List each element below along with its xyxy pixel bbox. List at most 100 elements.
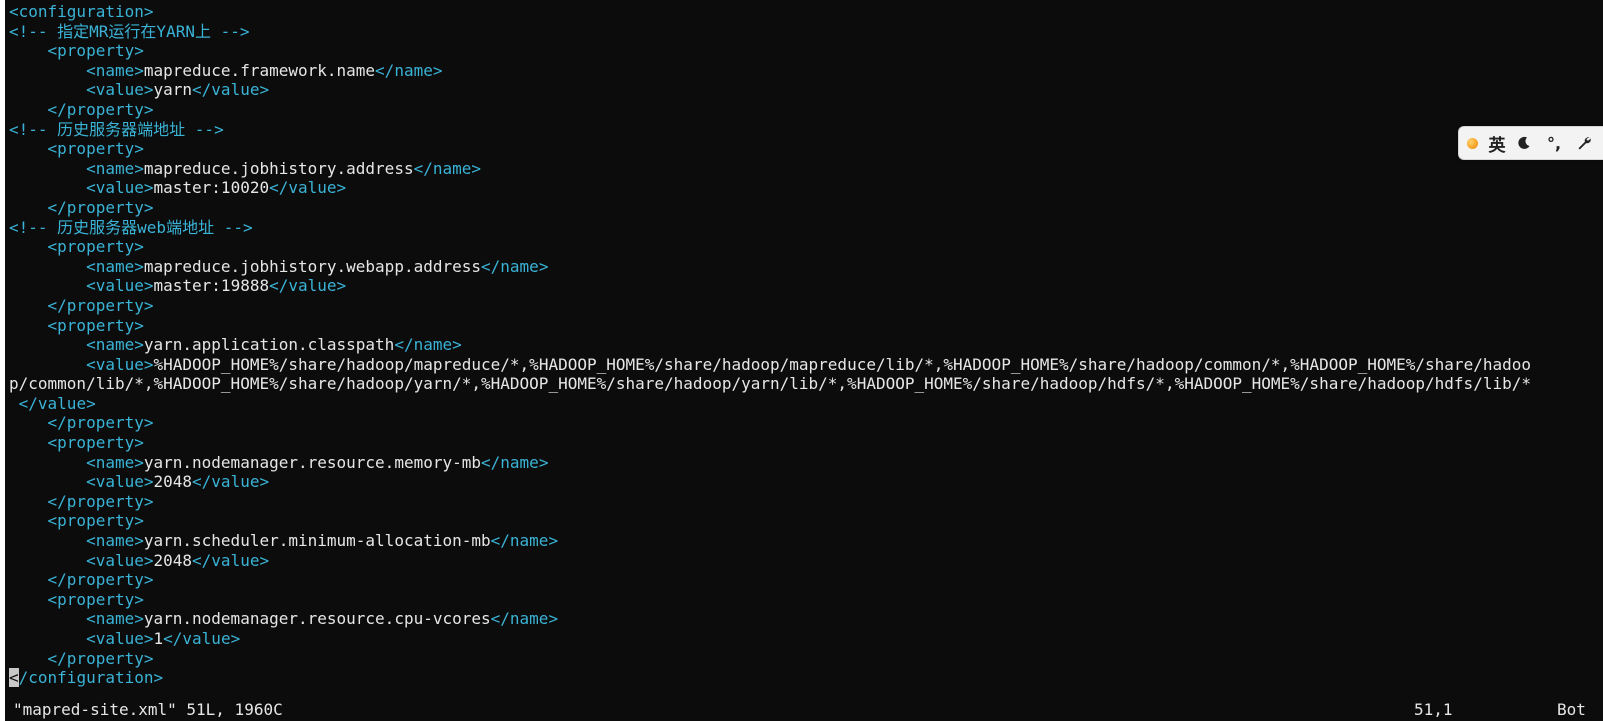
xml-tag: <value>	[86, 354, 154, 374]
xml-comment: <!-- 历史服务器web端地址 -->	[9, 217, 253, 237]
code-text: yarn.nodemanager.resource.memory-mb	[143, 452, 482, 472]
code-line[interactable]: </property>	[9, 100, 1603, 120]
xml-tag: <property>	[47, 315, 144, 335]
code-line[interactable]: </configuration>	[9, 668, 1603, 688]
code-line[interactable]: </property>	[9, 570, 1603, 590]
code-line[interactable]: <value>1</value>	[9, 629, 1603, 649]
code-text: p/common/lib/*,%HADOOP_HOME%/share/hadoo…	[9, 374, 1531, 394]
code-line[interactable]: <name>yarn.nodemanager.resource.cpu-vcor…	[9, 609, 1603, 629]
code-text: 1	[153, 629, 164, 648]
xml-tag: <name>	[86, 60, 144, 80]
code-text: yarn	[153, 80, 193, 100]
code-line[interactable]: <property>	[9, 590, 1603, 610]
xml-tag: </name>	[375, 60, 443, 80]
xml-tag: <property>	[47, 237, 144, 257]
orange-dot-icon[interactable]	[1459, 127, 1485, 159]
code-line[interactable]: <property>	[9, 139, 1603, 159]
code-line[interactable]: <name>yarn.nodemanager.resource.memory-m…	[9, 453, 1603, 473]
code-line[interactable]: </value>	[9, 394, 1603, 414]
xml-tag: </property>	[47, 491, 154, 511]
moon-icon[interactable]	[1509, 127, 1539, 159]
terminal-window: <configuration> <!-- 指定MR运行在YARN上 --> <pr…	[0, 0, 1603, 721]
wrench-icon[interactable]	[1569, 127, 1599, 159]
xml-tag: </property>	[47, 295, 154, 315]
vim-status-line: "mapred-site.xml" 51L, 1960C 51,1 Bot	[9, 700, 1603, 720]
code-buffer[interactable]: <configuration> <!-- 指定MR运行在YARN上 --> <pr…	[9, 2, 1603, 688]
code-line[interactable]: <!-- 指定MR运行在YARN上 -->	[9, 22, 1603, 42]
code-line[interactable]: <name>yarn.scheduler.minimum-allocation-…	[9, 531, 1603, 551]
code-line[interactable]: <property>	[9, 511, 1603, 531]
xml-tag: </name>	[481, 452, 549, 472]
xml-tag: <name>	[86, 452, 144, 472]
code-line[interactable]: <value>yarn</value>	[9, 80, 1603, 100]
xml-tag: </value>	[163, 629, 241, 648]
ime-toolbar[interactable]: 英 °,	[1458, 126, 1603, 160]
code-text: master:10020	[153, 178, 270, 198]
code-line[interactable]: <value>%HADOOP_HOME%/share/hadoop/mapred…	[9, 355, 1603, 375]
code-line[interactable]: <!-- 历史服务器web端地址 -->	[9, 218, 1603, 238]
ime-language-toggle[interactable]: 英	[1485, 127, 1509, 159]
code-line[interactable]: <property>	[9, 41, 1603, 61]
code-line[interactable]: <value>2048</value>	[9, 551, 1603, 571]
punctuation-icon[interactable]: °,	[1539, 127, 1569, 159]
xml-tag: </name>	[481, 256, 549, 276]
xml-tag: </value>	[192, 80, 270, 100]
xml-tag: <name>	[86, 335, 144, 355]
xml-tag: <property>	[47, 41, 144, 61]
xml-tag: <value>	[86, 178, 154, 198]
code-text: 2048	[153, 550, 193, 570]
code-text: master:19888	[153, 276, 270, 296]
code-line[interactable]: </property>	[9, 649, 1603, 669]
code-line[interactable]: </property>	[9, 413, 1603, 433]
xml-tag: </name>	[413, 158, 482, 178]
status-cursor-position: 51,1	[1414, 700, 1453, 719]
code-line[interactable]: </property>	[9, 198, 1603, 218]
xml-tag: <value>	[86, 276, 154, 296]
code-line[interactable]: </property>	[9, 296, 1603, 316]
code-text: mapreduce.jobhistory.webapp.address	[143, 256, 482, 276]
code-line[interactable]: <!-- 历史服务器端地址 -->	[9, 120, 1603, 140]
xml-tag: <property>	[47, 433, 144, 453]
code-line[interactable]: <value>2048</value>	[9, 472, 1603, 492]
code-line[interactable]: <property>	[9, 316, 1603, 336]
xml-tag: </value>	[18, 393, 96, 413]
xml-tag: </value>	[192, 550, 270, 570]
xml-tag: <name>	[86, 256, 144, 276]
code-line[interactable]: <value>master:10020</value>	[9, 178, 1603, 198]
xml-tag: <configuration>	[9, 2, 154, 21]
code-line[interactable]: <property>	[9, 433, 1603, 453]
code-line[interactable]: p/common/lib/*,%HADOOP_HOME%/share/hadoo…	[9, 374, 1603, 394]
code-line[interactable]: </property>	[9, 492, 1603, 512]
code-line[interactable]: <name>yarn.application.classpath</name>	[9, 335, 1603, 355]
code-line[interactable]: <name>mapreduce.framework.name</name>	[9, 61, 1603, 81]
code-text: 2048	[153, 472, 193, 492]
code-line[interactable]: <value>master:19888</value>	[9, 276, 1603, 296]
status-scroll-indicator: Bot	[1557, 700, 1586, 719]
code-line[interactable]: <configuration>	[9, 2, 1603, 22]
code-line[interactable]: <property>	[9, 237, 1603, 257]
vim-editor-pane[interactable]: <configuration> <!-- 指定MR运行在YARN上 --> <pr…	[5, 0, 1603, 721]
xml-tag: <property>	[47, 511, 144, 531]
code-line[interactable]: <name>mapreduce.jobhistory.address</name…	[9, 159, 1603, 179]
xml-tag: <value>	[86, 80, 154, 100]
code-line[interactable]: <name>mapreduce.jobhistory.webapp.addres…	[9, 257, 1603, 277]
